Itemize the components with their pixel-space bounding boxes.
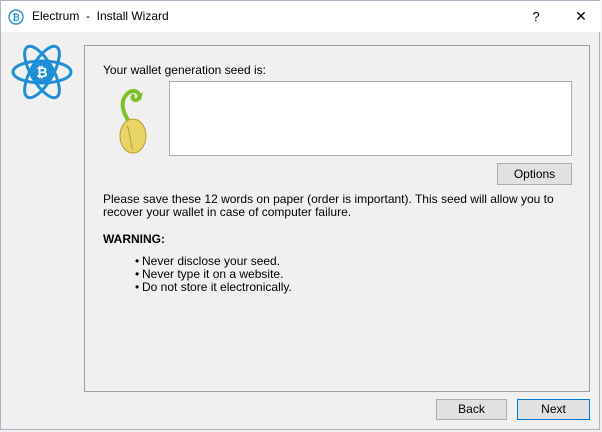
seed-sprout-icon <box>119 89 147 154</box>
svg-text:₿: ₿ <box>12 13 19 23</box>
wizard-content-panel: Your wallet generation seed is: Options … <box>84 45 590 392</box>
warning-list: • Never disclose your seed. • Never type i… <box>135 255 292 294</box>
help-button[interactable]: ? <box>521 1 551 32</box>
bullet-icon: • <box>135 280 140 294</box>
title-bar: ₿ Electrum - Install Wizard ? ✕ <box>1 1 601 32</box>
window-title: Electrum - Install Wizard <box>32 9 169 23</box>
next-button[interactable]: Next <box>517 399 590 420</box>
svg-text:₿: ₿ <box>36 64 47 80</box>
seed-text-area[interactable] <box>169 81 572 156</box>
install-wizard-window: ₿ Electrum - Install Wizard ? ✕ ₿ Your w… <box>0 0 601 430</box>
options-button[interactable]: Options <box>497 163 572 185</box>
warning-list-item: • Do not store it electronically. <box>135 280 292 294</box>
electrum-app-icon: ₿ <box>8 9 24 25</box>
seed-instructions-text: Please save these 12 words on paper (ord… <box>103 192 554 219</box>
electrum-logo-icon: ₿ <box>11 44 73 100</box>
back-button[interactable]: Back <box>436 399 507 420</box>
close-button[interactable]: ✕ <box>563 1 599 32</box>
warning-heading: WARNING: <box>103 232 165 246</box>
seed-label: Your wallet generation seed is: <box>103 63 266 77</box>
